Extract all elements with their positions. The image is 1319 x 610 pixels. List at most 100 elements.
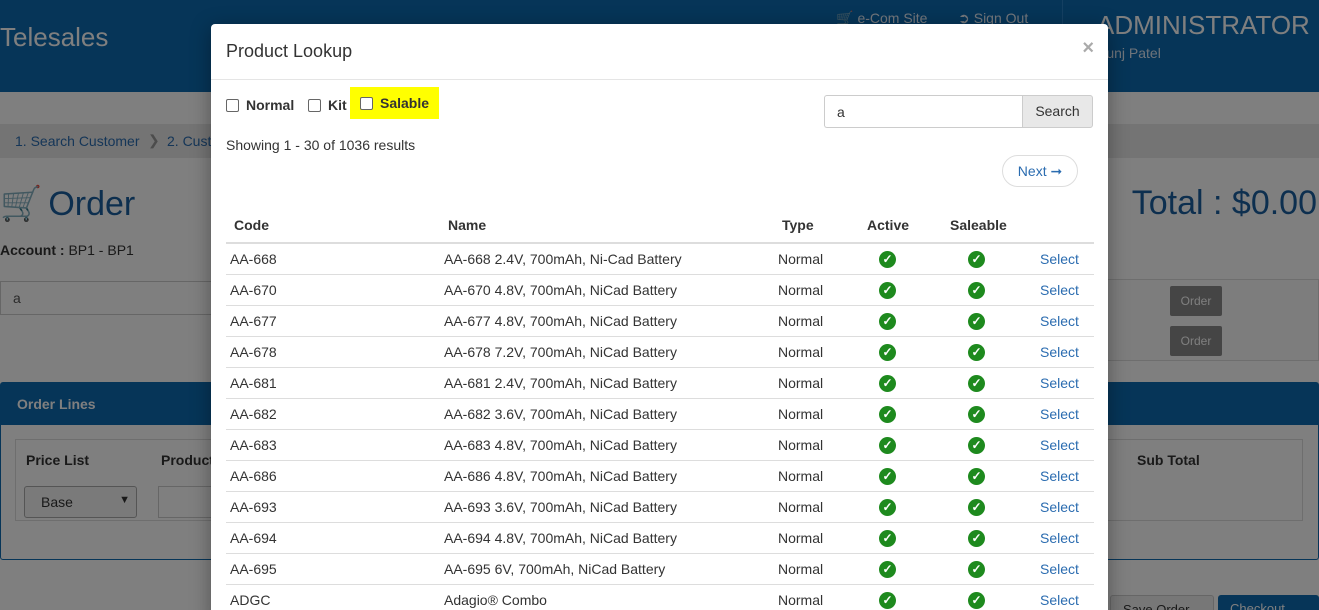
- product-type: Normal: [778, 406, 824, 422]
- product-table: Code Name Type Active Saleable AA-668 AA-…: [226, 207, 1094, 610]
- results-count: Showing 1 - 30 of 1036 results: [226, 137, 416, 153]
- product-name: Adagio® Combo: [444, 592, 547, 608]
- table-body: AA-668 AA-668 2.4V, 700mAh, Ni-Cad Batter…: [226, 244, 1094, 610]
- product-code: AA-668: [230, 251, 277, 267]
- active-check-icon: ✓: [879, 282, 896, 299]
- product-code: AA-681: [230, 375, 277, 391]
- table-row: AA-682 AA-682 3.6V, 700mAh, NiCad Battery…: [226, 399, 1094, 430]
- table-row: AA-677 AA-677 4.8V, 700mAh, NiCad Battery…: [226, 306, 1094, 337]
- search-button[interactable]: Search: [1022, 95, 1093, 128]
- salable-checkbox[interactable]: [360, 96, 373, 110]
- column-active: Active: [867, 217, 910, 233]
- kit-checkbox[interactable]: [308, 98, 321, 112]
- filter-normal[interactable]: Normal: [226, 91, 294, 119]
- column-code: Code: [234, 217, 269, 233]
- active-check-icon: ✓: [879, 313, 896, 330]
- product-lookup-search-input[interactable]: a: [824, 95, 1023, 128]
- table-row: AA-694 AA-694 4.8V, 700mAh, NiCad Battery…: [226, 523, 1094, 554]
- product-name: AA-681 2.4V, 700mAh, NiCad Battery: [444, 375, 677, 391]
- select-link[interactable]: Select: [1040, 313, 1079, 329]
- product-type: Normal: [778, 282, 824, 298]
- active-check-icon: ✓: [879, 468, 896, 485]
- table-row: AA-681 AA-681 2.4V, 700mAh, NiCad Battery…: [226, 368, 1094, 399]
- filter-salable-label: Salable: [380, 95, 430, 111]
- active-check-icon: ✓: [879, 530, 896, 547]
- active-check-icon: ✓: [879, 561, 896, 578]
- filter-salable[interactable]: Salable: [350, 87, 439, 119]
- active-check-icon: ✓: [879, 499, 896, 516]
- active-check-icon: ✓: [879, 406, 896, 423]
- select-link[interactable]: Select: [1040, 530, 1079, 546]
- product-code: AA-682: [230, 406, 277, 422]
- saleable-check-icon: ✓: [968, 406, 985, 423]
- product-name: AA-678 7.2V, 700mAh, NiCad Battery: [444, 344, 677, 360]
- select-link[interactable]: Select: [1040, 468, 1079, 484]
- table-row: AA-695 AA-695 6V, 700mAh, NiCad Battery No…: [226, 554, 1094, 585]
- product-type: Normal: [778, 561, 824, 577]
- product-code: AA-670: [230, 282, 277, 298]
- select-link[interactable]: Select: [1040, 282, 1079, 298]
- column-saleable: Saleable: [950, 217, 1007, 233]
- product-type: Normal: [778, 251, 824, 267]
- saleable-check-icon: ✓: [968, 561, 985, 578]
- table-row: AA-693 AA-693 3.6V, 700mAh, NiCad Battery…: [226, 492, 1094, 523]
- select-link[interactable]: Select: [1040, 592, 1079, 608]
- product-code: AA-683: [230, 437, 277, 453]
- product-code: ADGC: [230, 592, 271, 608]
- active-check-icon: ✓: [879, 437, 896, 454]
- product-code: AA-686: [230, 468, 277, 484]
- product-code: AA-678: [230, 344, 277, 360]
- product-name: AA-668 2.4V, 700mAh, Ni-Cad Battery: [444, 251, 682, 267]
- product-type: Normal: [778, 344, 824, 360]
- product-type: Normal: [778, 530, 824, 546]
- filter-normal-label: Normal: [246, 97, 295, 113]
- filter-kit[interactable]: Kit: [308, 91, 347, 119]
- product-code: AA-695: [230, 561, 277, 577]
- next-page-button[interactable]: Next ➞: [1002, 155, 1078, 187]
- table-row: ADGC Adagio® Combo Normal ✓ ✓ Select: [226, 585, 1094, 610]
- saleable-check-icon: ✓: [968, 530, 985, 547]
- product-lookup-modal: Product Lookup × Normal Kit Salable a Se…: [211, 24, 1108, 610]
- product-name: AA-683 4.8V, 700mAh, NiCad Battery: [444, 437, 677, 453]
- product-name: AA-695 6V, 700mAh, NiCad Battery: [444, 561, 666, 577]
- table-row: AA-670 AA-670 4.8V, 700mAh, NiCad Battery…: [226, 275, 1094, 306]
- saleable-check-icon: ✓: [968, 344, 985, 361]
- product-type: Normal: [778, 468, 824, 484]
- column-type: Type: [782, 217, 814, 233]
- saleable-check-icon: ✓: [968, 282, 985, 299]
- table-row: AA-686 AA-686 4.8V, 700mAh, NiCad Battery…: [226, 461, 1094, 492]
- active-check-icon: ✓: [879, 251, 896, 268]
- product-name: AA-686 4.8V, 700mAh, NiCad Battery: [444, 468, 677, 484]
- saleable-check-icon: ✓: [968, 375, 985, 392]
- select-link[interactable]: Select: [1040, 499, 1079, 515]
- product-name: AA-670 4.8V, 700mAh, NiCad Battery: [444, 282, 677, 298]
- active-check-icon: ✓: [879, 344, 896, 361]
- modal-header: Product Lookup ×: [211, 24, 1108, 80]
- select-link[interactable]: Select: [1040, 251, 1079, 267]
- close-icon[interactable]: ×: [1082, 37, 1094, 60]
- product-name: AA-682 3.6V, 700mAh, NiCad Battery: [444, 406, 677, 422]
- column-name: Name: [448, 217, 487, 233]
- select-link[interactable]: Select: [1040, 344, 1079, 360]
- active-check-icon: ✓: [879, 592, 896, 609]
- table-row: AA-678 AA-678 7.2V, 700mAh, NiCad Battery…: [226, 337, 1094, 368]
- normal-checkbox[interactable]: [226, 98, 239, 112]
- filter-kit-label: Kit: [328, 97, 347, 113]
- product-name: AA-677 4.8V, 700mAh, NiCad Battery: [444, 313, 677, 329]
- saleable-check-icon: ✓: [968, 251, 985, 268]
- product-type: Normal: [778, 375, 824, 391]
- select-link[interactable]: Select: [1040, 437, 1079, 453]
- table-header: Code Name Type Active Saleable: [226, 207, 1094, 244]
- select-link[interactable]: Select: [1040, 561, 1079, 577]
- product-name: AA-694 4.8V, 700mAh, NiCad Battery: [444, 530, 677, 546]
- product-type: Normal: [778, 313, 824, 329]
- product-code: AA-694: [230, 530, 277, 546]
- saleable-check-icon: ✓: [968, 313, 985, 330]
- table-row: AA-683 AA-683 4.8V, 700mAh, NiCad Battery…: [226, 430, 1094, 461]
- modal-title: Product Lookup: [226, 41, 353, 61]
- saleable-check-icon: ✓: [968, 437, 985, 454]
- saleable-check-icon: ✓: [968, 592, 985, 609]
- select-link[interactable]: Select: [1040, 406, 1079, 422]
- saleable-check-icon: ✓: [968, 468, 985, 485]
- select-link[interactable]: Select: [1040, 375, 1079, 391]
